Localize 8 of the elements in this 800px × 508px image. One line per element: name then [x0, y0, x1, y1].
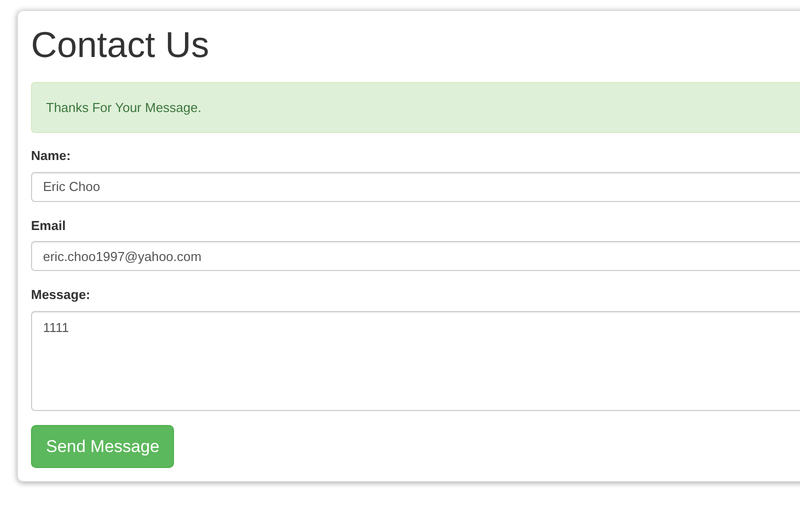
success-alert: Thanks For Your Message. [31, 82, 800, 134]
input-field[interactable]: eric.choo1997@yahoo.com [31, 241, 800, 272]
input-field[interactable]: Eric Choo [31, 172, 800, 202]
field-label: Email [31, 216, 66, 235]
page-title: Contact Us [31, 25, 210, 65]
field-label: Name: [31, 147, 71, 166]
message-field[interactable]: 1111 [31, 310, 800, 411]
field-label: Message: [31, 286, 90, 304]
